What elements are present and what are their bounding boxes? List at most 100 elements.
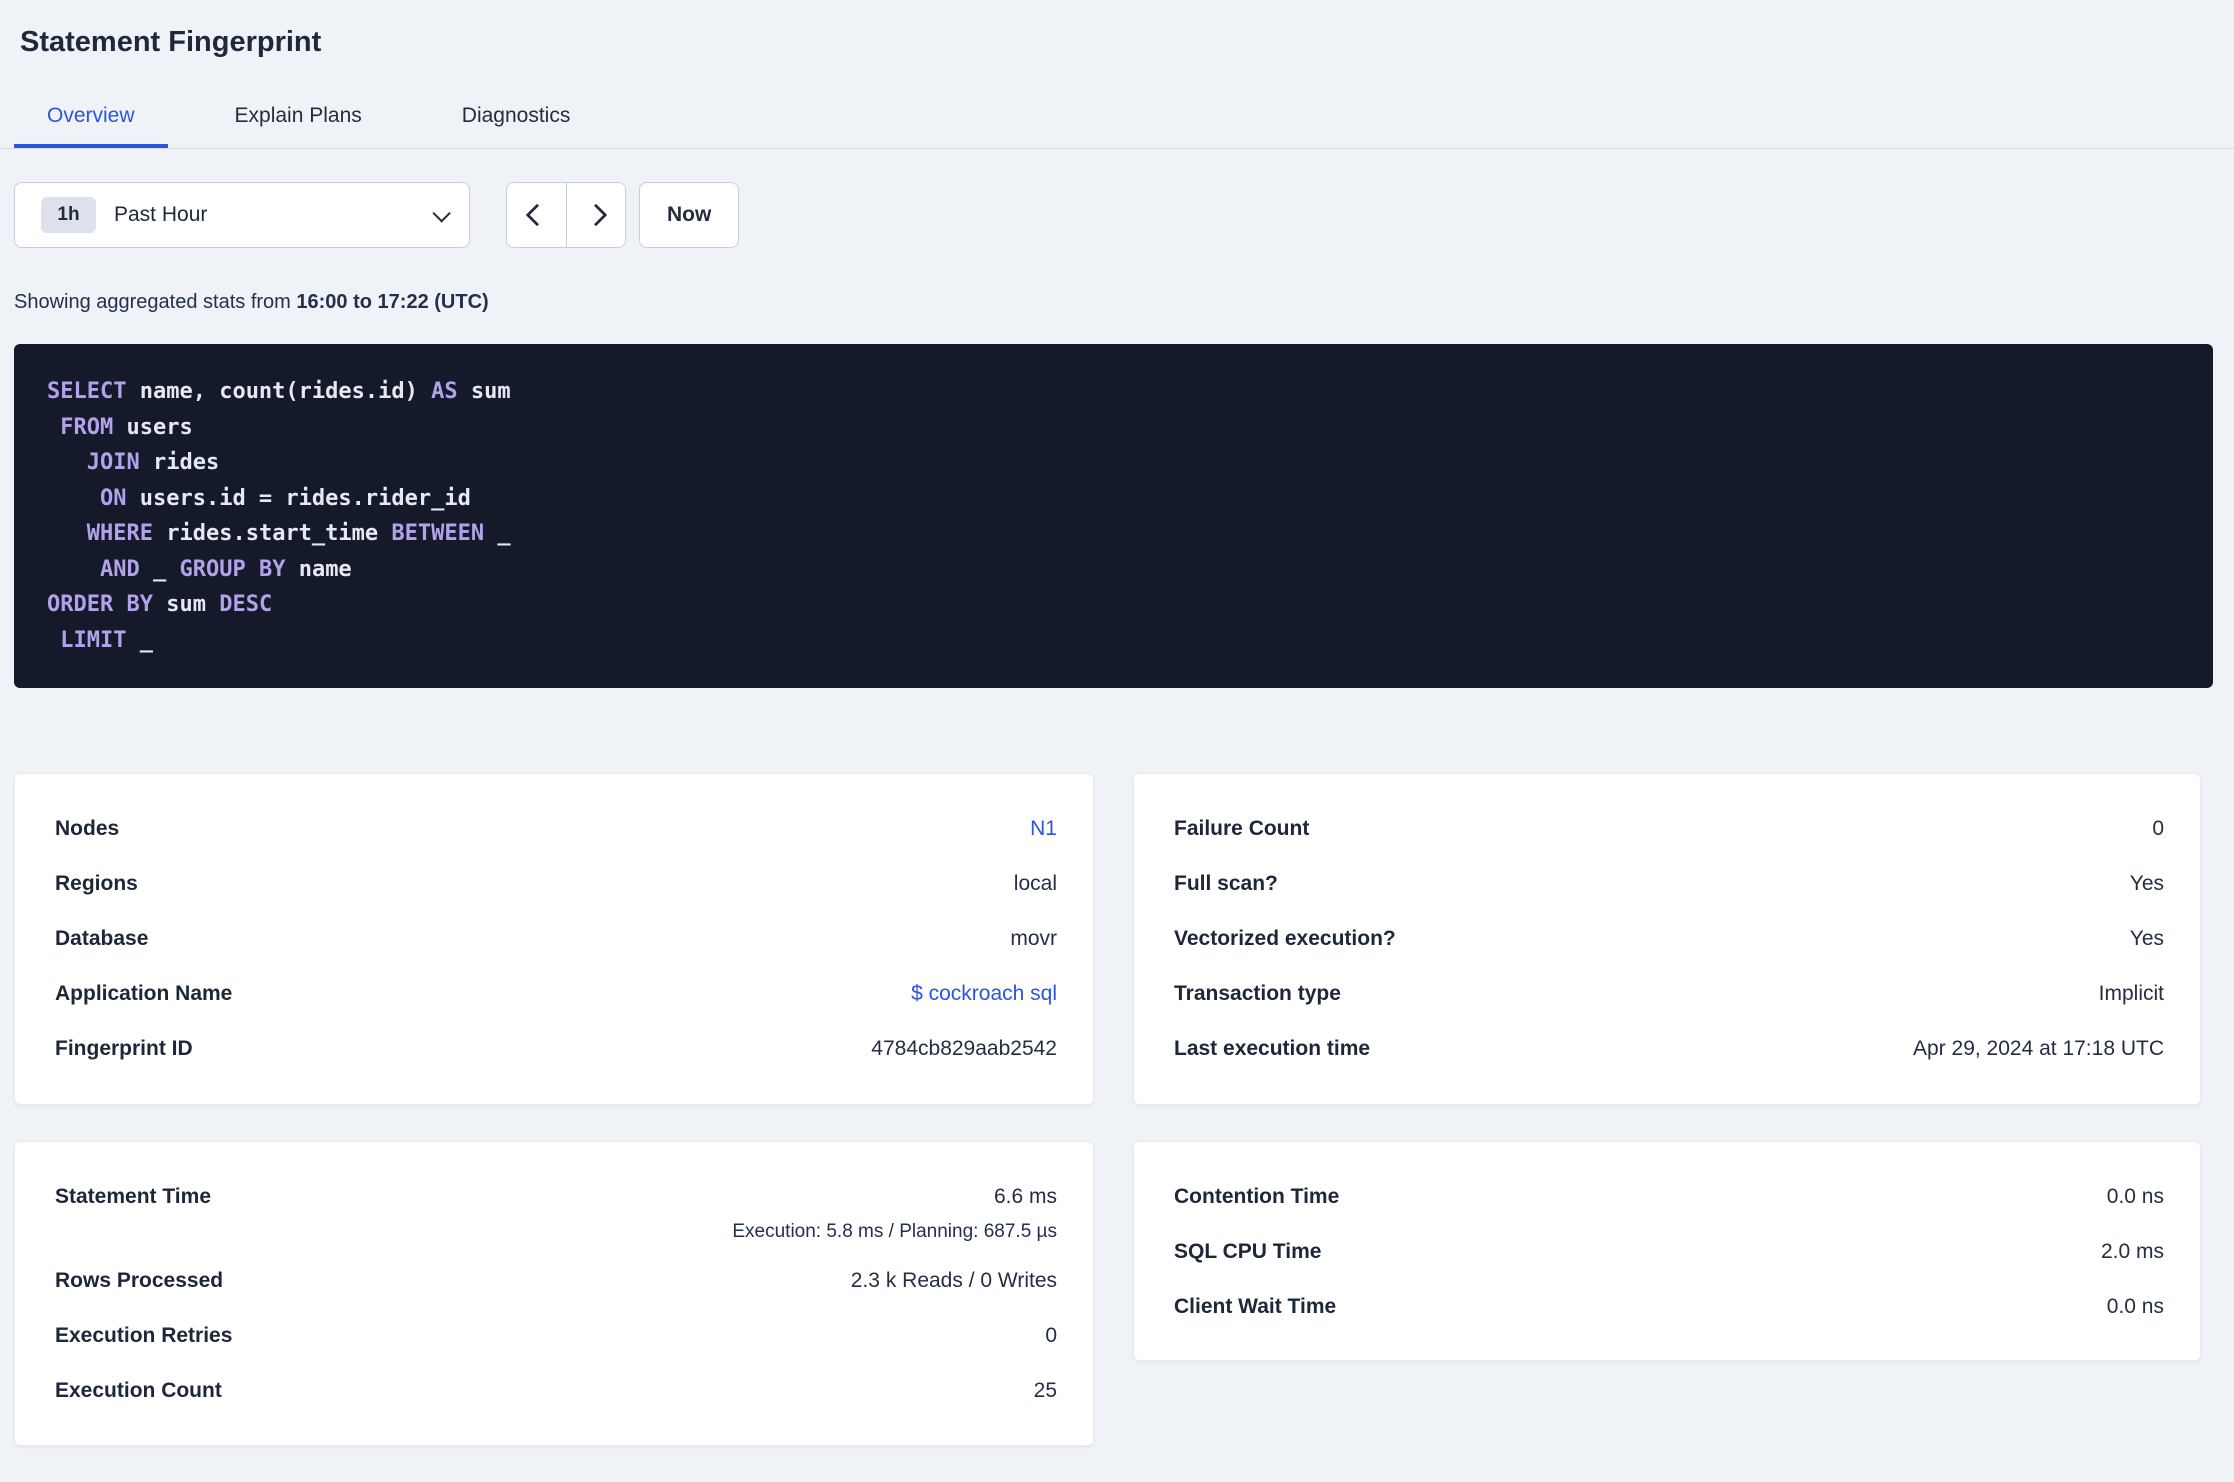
sql-line: ORDER BY sum DESC — [47, 592, 273, 617]
fingerprint-id-label: Fingerprint ID — [55, 1037, 193, 1060]
time-picker-row: 1h Past Hour Now — [14, 182, 2220, 248]
next-time-button[interactable] — [566, 183, 625, 247]
regions-value-text: local — [1013, 872, 1057, 895]
time-step-buttons — [506, 182, 626, 248]
failure-count-label: Failure Count — [1174, 817, 1310, 840]
contention-time-value: 0.0 ns — [2107, 1184, 2164, 1209]
stat-row-last-execution-time: Last execution time Apr 29, 2024 at 17:18… — [1134, 1021, 2200, 1076]
database-value-text: movr — [1010, 927, 1057, 950]
execution-retries-label: Execution Retries — [55, 1324, 233, 1347]
stat-row-execution-retries: Execution Retries 0 — [15, 1308, 1093, 1363]
details-cards-row: Nodes N1 Regions local Database movr Applicati… — [14, 773, 2234, 1105]
vectorized-execution-value-text: Yes — [2129, 927, 2164, 950]
aggregated-stats-prefix: Showing aggregated stats from — [14, 291, 297, 313]
stat-row-failure-count: Failure Count 0 — [1134, 801, 2200, 856]
database-value: movr — [1010, 926, 1057, 951]
tab-explain-plans[interactable]: Explain Plans — [202, 102, 395, 148]
sql-line: ON users.id = rides.rider_id — [99, 485, 471, 511]
stat-row-client-wait-time: Client Wait Time 0.0 ns — [1134, 1279, 2200, 1334]
failure-count-value-text: 0 — [2152, 817, 2164, 840]
contention-time-value-text: 0.0 ns — [2106, 1185, 2164, 1208]
sql-line: LIMIT _ — [60, 627, 153, 653]
rows-processed-label: Rows Processed — [55, 1269, 224, 1292]
stat-row-contention-time: Contention Time 0.0 ns — [1134, 1169, 2200, 1224]
stat-row-sql-cpu-time: SQL CPU Time 2.0 ms — [1134, 1224, 2200, 1279]
statement-timing-card: Statement Time 6.6 ms Execution: 5.8 ms / … — [14, 1141, 1094, 1446]
transaction-type-label: Transaction type — [1174, 982, 1341, 1005]
rows-processed-value-text: 2.3 k Reads / 0 Writes — [850, 1269, 1057, 1292]
aggregated-stats-line: Showing aggregated stats from 16:00 to 1… — [14, 289, 2220, 315]
application-name-label: Application Name — [55, 982, 233, 1005]
client-wait-time-value-text: 0.0 ns — [2106, 1295, 2164, 1318]
regions-value: local — [1014, 871, 1057, 896]
rows-processed-value: 2.3 k Reads / 0 Writes — [851, 1268, 1057, 1293]
stat-row-rows-processed: Rows Processed 2.3 k Reads / 0 Writes — [15, 1253, 1093, 1308]
time-range-dropdown[interactable]: 1h Past Hour — [14, 182, 470, 248]
chevron-right-icon — [584, 203, 608, 227]
transaction-type-value: Implicit — [2099, 981, 2164, 1006]
aggregated-stats-range: 16:00 to 17:22 (UTC) — [296, 291, 489, 313]
fingerprint-id-value-text: 4784cb829aab2542 — [871, 1037, 1057, 1060]
stat-row-vectorized-execution: Vectorized execution? Yes — [1134, 911, 2200, 966]
statement-time-label: Statement Time — [55, 1185, 211, 1208]
stat-row-application-name: Application Name $ cockroach sql — [15, 966, 1093, 1021]
sql-line: SELECT name, count(rides.id) AS sum — [47, 379, 511, 404]
stat-row-transaction-type: Transaction type Implicit — [1134, 966, 2200, 1021]
database-label: Database — [55, 927, 149, 950]
execution-retries-value: 0 — [1045, 1323, 1057, 1348]
execution-attributes-card: Failure Count 0 Full scan? Yes Vectorized ex… — [1133, 773, 2201, 1105]
stat-row-execution-count: Execution Count 25 — [15, 1363, 1093, 1418]
failure-count-value: 0 — [2152, 816, 2164, 841]
sql-line: FROM users — [60, 414, 193, 440]
sql-cpu-time-value: 2.0 ms — [2101, 1239, 2164, 1264]
tab-bar: Overview Explain Plans Diagnostics — [0, 102, 2234, 149]
sql-statement-box: SELECT name, count(rides.id) AS sum FROM… — [14, 344, 2213, 688]
chevron-left-icon — [525, 203, 548, 227]
last-execution-time-value-text: Apr 29, 2024 at 17:18 UTC — [1913, 1037, 2164, 1060]
execution-count-value-text: 25 — [1033, 1379, 1057, 1402]
full-scan-label: Full scan? — [1174, 872, 1278, 895]
wait-timing-card: Contention Time 0.0 ns SQL CPU Time 2.0 ms C… — [1133, 1141, 2201, 1361]
sql-line: WHERE rides.start_time BETWEEN _ — [86, 521, 511, 546]
stat-row-regions: Regions local — [15, 856, 1093, 911]
time-range-badge: 1h — [41, 197, 96, 233]
sql-code: SELECT name, count(rides.id) AS sum FROM… — [47, 374, 2180, 658]
nodes-label: Nodes — [55, 817, 120, 840]
transaction-type-value-text: Implicit — [2098, 982, 2164, 1005]
nodes-value: N1 — [1030, 816, 1057, 841]
execution-count-label: Execution Count — [55, 1379, 222, 1402]
application-name-value: $ cockroach sql — [911, 981, 1057, 1006]
sql-cpu-time-value-text: 2.0 ms — [2100, 1240, 2164, 1263]
execution-count-value: 25 — [1034, 1378, 1057, 1403]
statement-details-card: Nodes N1 Regions local Database movr Applicati… — [14, 773, 1094, 1105]
full-scan-value-text: Yes — [2129, 872, 2164, 895]
sql-line: AND _ GROUP BY name — [99, 556, 352, 582]
client-wait-time-value: 0.0 ns — [2107, 1294, 2164, 1319]
last-execution-time-label: Last execution time — [1174, 1037, 1371, 1060]
tab-diagnostics[interactable]: Diagnostics — [429, 102, 604, 148]
statement-time-value-text: 6.6 ms — [993, 1185, 1057, 1208]
statement-fingerprint-page: Statement Fingerprint Overview Explain P… — [0, 24, 2234, 1482]
vectorized-execution-label: Vectorized execution? — [1174, 927, 1396, 950]
statement-time-subvalue: Execution: 5.8 ms / Planning: 687.5 µs — [732, 1221, 1057, 1242]
page-title: Statement Fingerprint — [20, 26, 322, 58]
client-wait-time-label: Client Wait Time — [1174, 1295, 1337, 1318]
tab-overview[interactable]: Overview — [14, 102, 168, 148]
stat-row-full-scan: Full scan? Yes — [1134, 856, 2200, 911]
nodes-link[interactable]: N1 — [1030, 817, 1057, 840]
application-name-link[interactable]: $ cockroach sql — [911, 982, 1057, 1005]
execution-retries-value-text: 0 — [1045, 1324, 1057, 1347]
sql-cpu-time-label: SQL CPU Time — [1174, 1240, 1322, 1263]
vectorized-execution-value: Yes — [2130, 926, 2164, 951]
previous-time-button[interactable] — [507, 183, 566, 247]
stat-row-nodes: Nodes N1 — [15, 801, 1093, 856]
last-execution-time-value: Apr 29, 2024 at 17:18 UTC — [1913, 1036, 2164, 1061]
stat-row-fingerprint-id: Fingerprint ID 4784cb829aab2542 — [15, 1021, 1093, 1076]
fingerprint-id-value: 4784cb829aab2542 — [871, 1036, 1057, 1061]
now-button[interactable]: Now — [639, 182, 740, 248]
timing-cards-row: Statement Time 6.6 ms Execution: 5.8 ms / … — [14, 1141, 2234, 1446]
statement-time-value: 6.6 ms Execution: 5.8 ms / Planning: 687.… — [732, 1184, 1057, 1244]
stat-row-database: Database movr — [15, 911, 1093, 966]
time-range-label: Past Hour — [114, 203, 208, 226]
contention-time-label: Contention Time — [1174, 1185, 1340, 1208]
